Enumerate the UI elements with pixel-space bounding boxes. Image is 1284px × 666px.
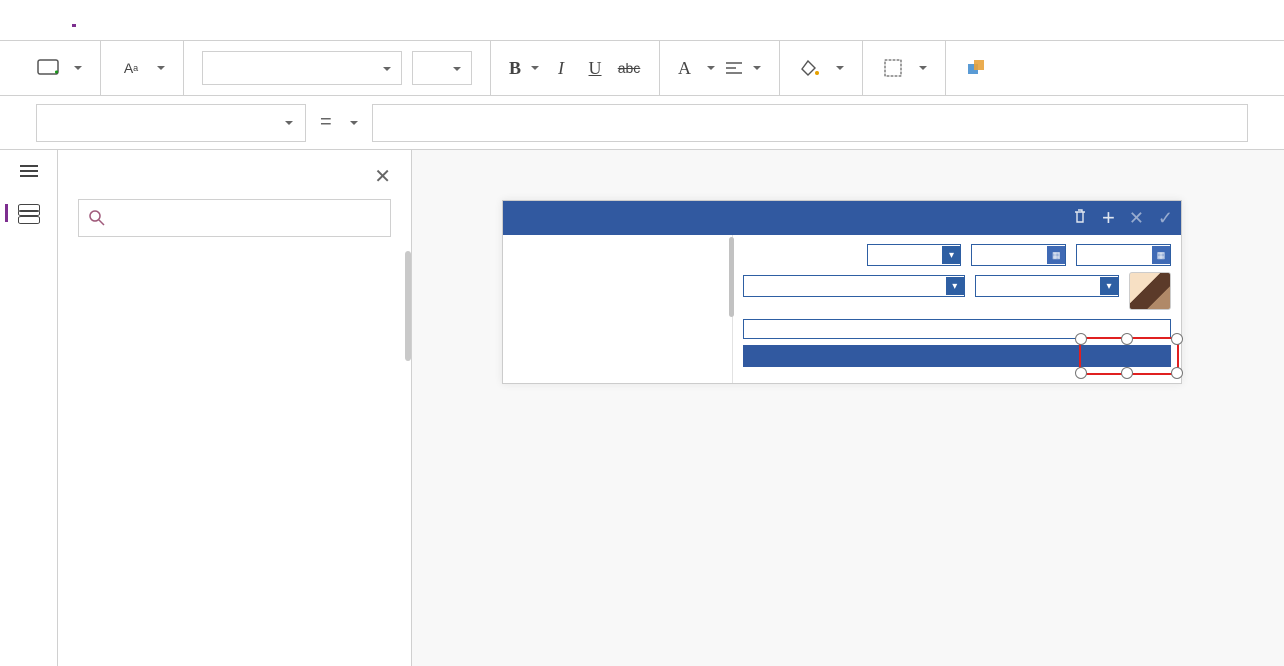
menu-view[interactable] [136,14,140,26]
formula-bar: = [0,96,1284,150]
ribbon: Aa B I U abc A [0,40,1284,96]
app-preview: + ✕ ✓ [502,200,1182,384]
menu-insert[interactable] [104,14,108,26]
align-button[interactable] [725,56,761,80]
orders-list [503,235,733,383]
new-screen-icon [36,56,60,80]
font-size-select[interactable] [412,51,472,85]
hamburger-icon[interactable] [20,162,38,180]
bold-button[interactable]: B [509,56,539,80]
italic-button[interactable]: I [549,56,573,80]
calendar-icon: ▦ [1152,246,1170,264]
app-header: + ✕ ✓ [503,201,1181,235]
order-detail-form: ▾ ▦ [733,235,1181,383]
order-date-input[interactable]: ▦ [971,244,1066,266]
strike-button[interactable]: abc [617,56,641,80]
menu-action[interactable] [168,14,172,26]
formula-input[interactable] [372,104,1248,142]
fill-icon [798,56,822,80]
tree-panel: ✕ [58,150,412,666]
paid-date-input[interactable]: ▦ [1076,244,1171,266]
customer-select[interactable]: ▾ [743,275,965,297]
trash-icon[interactable] [1072,208,1088,229]
tree-body [58,247,411,666]
chevron-down-icon: ▾ [946,277,964,295]
fill-button[interactable] [832,64,844,72]
selection-handles[interactable] [1081,339,1177,373]
selection-outline [1079,337,1179,375]
search-icon [89,210,105,226]
fx-button[interactable] [346,119,358,127]
tree-scrollbar[interactable] [405,251,411,361]
font-family-select[interactable] [202,51,402,85]
theme-button[interactable] [153,64,165,72]
menu-home[interactable] [72,12,76,27]
order-status-select[interactable]: ▾ [867,244,962,266]
equals-label: = [320,111,332,134]
tree-close-button[interactable]: ✕ [374,164,391,189]
canvas[interactable]: + ✕ ✓ [412,150,1284,666]
top-menubar [0,0,1284,40]
notes-input[interactable] [743,319,1171,339]
menu-file[interactable] [40,14,44,26]
reorder-icon [964,56,988,80]
calendar-icon: ▦ [1047,246,1065,264]
orders-scrollbar[interactable] [729,237,734,317]
tree-search-input[interactable] [78,199,391,237]
new-screen-button[interactable] [70,64,82,72]
underline-button[interactable]: U [583,56,607,80]
order-number-value [743,244,857,246]
main-area: ✕ + ✕ ✓ [0,150,1284,666]
chevron-down-icon: ▾ [942,246,960,264]
employee-avatar [1129,272,1171,310]
cancel-icon[interactable]: ✕ [1129,208,1144,229]
confirm-icon[interactable]: ✓ [1158,208,1173,229]
left-rail [0,150,58,666]
property-select[interactable] [36,104,306,142]
font-color-button[interactable]: A [678,56,715,80]
border-button[interactable] [915,64,927,72]
line-items-header [743,345,1171,367]
chevron-down-icon: ▾ [1100,277,1118,295]
employee-select[interactable]: ▾ [975,275,1119,297]
layers-icon [18,204,40,222]
tree-view-rail-button[interactable] [5,204,40,222]
theme-icon: Aa [119,56,143,80]
border-icon [881,56,905,80]
